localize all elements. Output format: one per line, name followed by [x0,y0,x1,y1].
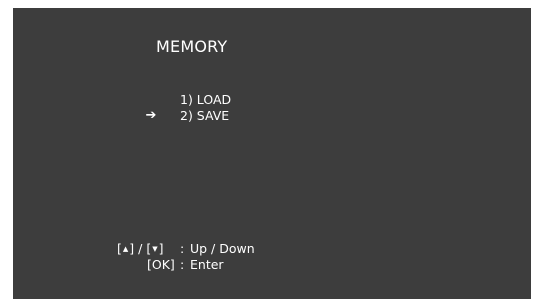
slash-separator: / [138,241,143,256]
bracket-close: ] [129,241,135,256]
bracket-close: ] [158,241,164,256]
menu-item-load[interactable]: 1) LOAD [143,92,231,108]
down-triangle-icon: ▼ [152,245,158,253]
menu-item-label: 1) LOAD [180,92,232,107]
help-row-enter: [OK] : Enter [13,257,531,273]
osd-screen: MEMORY 1) LOAD ➔ 2) SAVE [▲] / [▼] : Up … [13,8,531,299]
key-help: [▲] / [▼] : Up / Down [OK] : Enter [13,241,531,273]
ok-key: [OK] [147,257,175,272]
bracket-open: [ [146,241,152,256]
help-navigate-desc: Up / Down [190,241,255,256]
menu-item-save[interactable]: ➔ 2) SAVE [143,108,231,124]
help-enter-desc: Enter [190,257,224,272]
menu-item-label: 2) SAVE [180,108,230,123]
memory-menu: 1) LOAD ➔ 2) SAVE [143,92,232,124]
menu-title: MEMORY [156,37,228,56]
bracket-open: [ [117,241,122,256]
help-row-navigate: [▲] / [▼] : Up / Down [13,241,531,257]
help-colon: : [180,257,185,272]
navigate-keys: [▲] / [▼] [117,241,164,257]
help-colon: : [180,241,185,256]
up-triangle-icon: ▲ [122,245,129,253]
right-arrow-icon: ➔ [145,108,157,123]
